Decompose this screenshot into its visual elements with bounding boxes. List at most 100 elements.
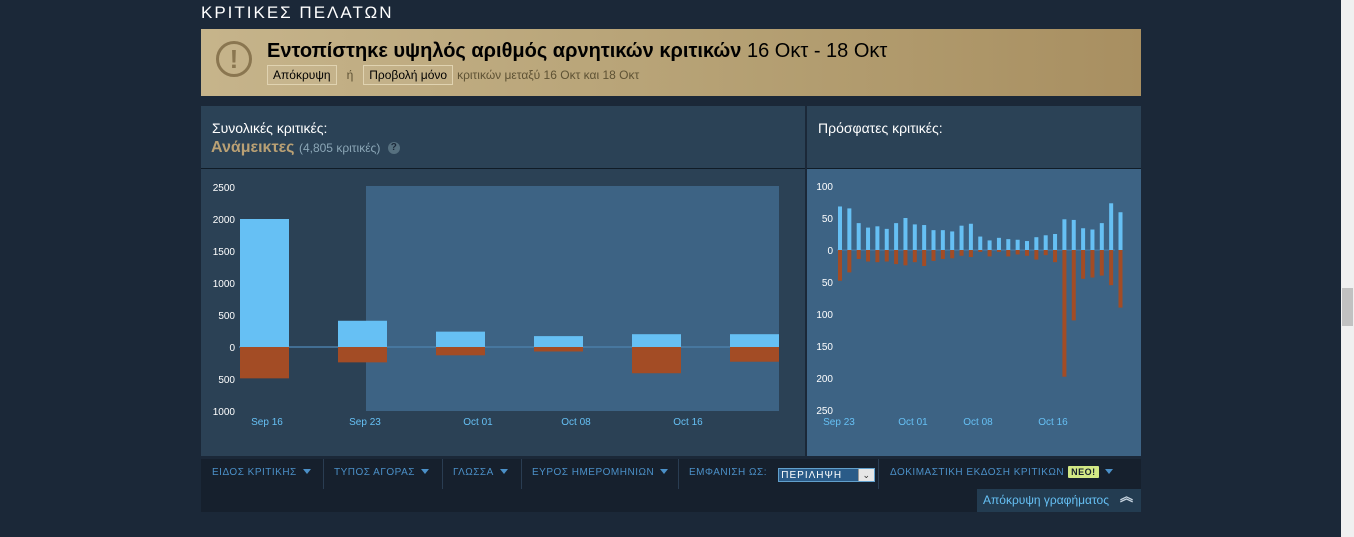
- y-tick-label: 1000: [213, 407, 236, 418]
- positive-bar: [996, 237, 1001, 250]
- y-tick-label: 100: [816, 182, 833, 193]
- dropdown-caret-icon: [499, 469, 508, 474]
- x-tick-label: Sep 23: [349, 417, 381, 428]
- overall-reviews-chart[interactable]: 2500 2000 1500 1000 500 0 500 1000 Sep 16 Sep 23 O…: [201, 169, 806, 456]
- filter-beta[interactable]: ΔΟΚΙΜΑΣΤΙΚΗ ΕΚΔΟΣΗ ΚΡΙΤΙΚΩΝ ΝΕΟ!: [890, 459, 1113, 489]
- y-tick-label: 250: [816, 406, 833, 417]
- recent-reviews-panel: Πρόσφατες κριτικές: 100 50 0 50 100 150 200 250…: [807, 106, 1141, 456]
- display-as-label: ΕΜΦΑΝΙΣΗ ΩΣ:: [689, 467, 767, 478]
- y-tick-label: 200: [816, 374, 833, 385]
- negative-bar: [1109, 250, 1114, 286]
- negative-bar: [950, 250, 955, 259]
- positive-bar: [1043, 235, 1048, 250]
- negative-bar: [866, 250, 871, 262]
- negative-bar: [987, 250, 992, 257]
- negative-bar: [1053, 250, 1058, 263]
- recent-reviews-header: Πρόσφατες κριτικές:: [807, 106, 1141, 169]
- warning-actions: Απόκρυψη ή Προβολή μόνο κριτικών μεταξύ …: [267, 65, 639, 85]
- positive-bar: [730, 334, 779, 347]
- negative-bar: [1071, 250, 1076, 321]
- new-badge: ΝΕΟ!: [1068, 466, 1099, 478]
- overall-reviews-summary: Ανάμεικτες (4,805 κριτικές) ?: [211, 139, 400, 157]
- page-scrollbar-thumb[interactable]: [1342, 288, 1353, 326]
- negative-bar: [931, 250, 936, 261]
- negative-reviews-warning: ! Εντοπίστηκε υψηλός αριθμός αρνητικών κ…: [201, 29, 1141, 96]
- warning-date-range: 16 Οκτ - 18 Οκτ: [747, 40, 888, 62]
- y-tick-label: 50: [822, 278, 834, 289]
- recent-reviews-label: Πρόσφατες κριτικές:: [818, 120, 943, 136]
- negative-bar: [1062, 250, 1067, 377]
- page-scrollbar[interactable]: [1341, 0, 1354, 537]
- y-tick-label: 150: [816, 342, 833, 353]
- overall-reviews-panel: Συνολικές κριτικές: Ανάμεικτες (4,805 κρ…: [201, 106, 806, 456]
- negative-bar: [912, 250, 917, 263]
- x-tick-label: Oct 16: [1038, 417, 1068, 428]
- filter-language[interactable]: ΓΛΩΣΣΑ: [453, 459, 508, 489]
- warning-headline: Εντοπίστηκε υψηλός αριθμός αρνητικών κρι…: [267, 40, 887, 63]
- positive-bar: [1071, 219, 1076, 250]
- negative-bar: [1118, 250, 1123, 308]
- y-tick-label: 50: [822, 214, 834, 225]
- positive-bar: [1099, 223, 1104, 250]
- show-only-button[interactable]: Προβολή μόνο: [363, 65, 454, 85]
- x-tick-label: Oct 01: [898, 417, 928, 428]
- recent-reviews-chart[interactable]: 100 50 0 50 100 150 200 250Sep 23 Oct 01 Oct 08 Oc…: [807, 169, 1141, 456]
- review-count: (4,805 κριτικές): [298, 141, 381, 155]
- overall-chart-area[interactable]: 2500 2000 1500 1000 500 0 500 1000 Sep 16 Sep 23 O…: [201, 169, 806, 456]
- filter-date-range-label: ΕΥΡΟΣ ΗΜΕΡΟΜΗΝΙΩΝ: [532, 467, 655, 478]
- warning-title: Εντοπίστηκε υψηλός αριθμός αρνητικών κρι…: [267, 40, 742, 62]
- negative-bar: [856, 250, 861, 259]
- filter-purchase-type-label: ΤΥΠΟΣ ΑΓΟΡΑΣ: [334, 467, 415, 478]
- y-tick-label: 1000: [213, 279, 236, 290]
- y-tick-label: 1500: [213, 247, 236, 258]
- filter-purchase-type[interactable]: ΤΥΠΟΣ ΑΓΟΡΑΣ: [334, 459, 429, 489]
- positive-bar: [1015, 239, 1020, 250]
- display-as-select[interactable]: ΠΕΡΙΛΗΨΗ ⌄: [778, 468, 876, 482]
- positive-bar: [922, 225, 927, 250]
- recent-chart-area[interactable]: 100 50 0 50 100 150 200 250 Sep 23 Oct 01 Oct 08 Oc…: [807, 169, 1141, 456]
- positive-bar: [838, 206, 842, 250]
- filter-date-range[interactable]: ΕΥΡΟΣ ΗΜΕΡΟΜΗΝΙΩΝ: [532, 459, 669, 489]
- positive-bar: [940, 230, 945, 250]
- hide-graph-button[interactable]: Απόκρυψη γραφήματος ︽: [977, 489, 1141, 512]
- positive-bar: [959, 225, 964, 250]
- negative-bar: [240, 347, 289, 379]
- negative-bar: [632, 347, 681, 374]
- x-tick-label: Oct 16: [673, 417, 703, 428]
- positive-bar: [856, 223, 861, 250]
- positive-bar: [875, 226, 880, 250]
- negative-bar: [1081, 250, 1086, 279]
- positive-bar: [866, 227, 871, 250]
- positive-bar: [436, 331, 485, 347]
- positive-bar: [978, 236, 983, 250]
- y-tick-label: 500: [218, 311, 235, 322]
- x-tick-label: Sep 16: [251, 417, 283, 428]
- dropdown-caret-icon: [302, 469, 311, 474]
- dropdown-caret-icon: [1104, 469, 1113, 474]
- positive-bar: [1109, 203, 1114, 250]
- negative-bar: [1090, 250, 1095, 278]
- positive-bar: [1025, 241, 1029, 250]
- review-score[interactable]: Ανάμεικτες: [211, 139, 295, 156]
- x-tick-label: Oct 01: [463, 417, 493, 428]
- filter-review-type[interactable]: ΕΙΔΟΣ ΚΡΙΤΙΚΗΣ: [212, 459, 311, 489]
- positive-bar: [912, 224, 917, 250]
- negative-bar: [996, 250, 1001, 252]
- filter-beta-label: ΔΟΚΙΜΑΣΤΙΚΗ ΕΚΔΟΣΗ ΚΡΙΤΙΚΩΝ: [890, 467, 1065, 478]
- positive-bar: [987, 240, 992, 250]
- display-as-value: ΠΕΡΙΛΗΨΗ: [781, 470, 843, 481]
- positive-bar: [1006, 239, 1011, 250]
- warning-range-note: κριτικών μεταξύ 16 Οκτ και 18 Οκτ: [457, 68, 640, 82]
- negative-bar: [875, 250, 880, 263]
- section-title: ΚΡΙΤΙΚΕΣ ΠΕΛΑΤΩΝ: [201, 3, 394, 22]
- positive-bar: [903, 218, 908, 250]
- filter-divider: [678, 459, 679, 489]
- help-icon[interactable]: ?: [387, 142, 400, 154]
- y-tick-label: 0: [827, 246, 833, 257]
- filter-language-label: ΓΛΩΣΣΑ: [453, 467, 494, 478]
- negative-bar: [922, 250, 927, 266]
- y-tick-label: 2500: [213, 183, 236, 194]
- hide-button[interactable]: Απόκρυψη: [267, 65, 337, 85]
- positive-bar: [632, 334, 681, 347]
- review-filters-bar: ΕΙΔΟΣ ΚΡΙΤΙΚΗΣ ΤΥΠΟΣ ΑΓΟΡΑΣ ΓΛΩΣΣΑ ΕΥΡΟΣ…: [201, 459, 1141, 512]
